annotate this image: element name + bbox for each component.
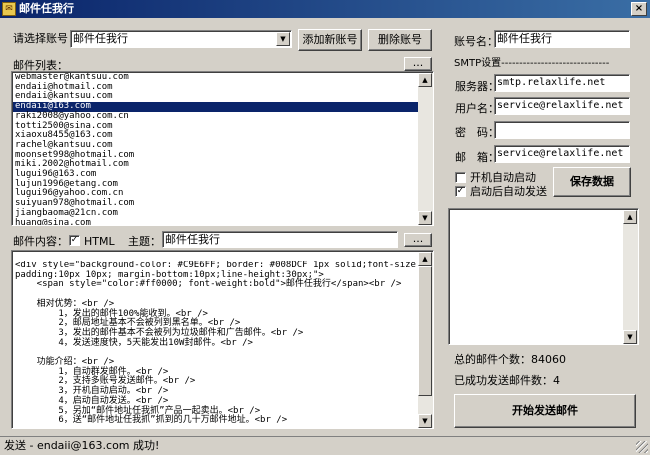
status-text: 发送 - endaii@163.com 成功! bbox=[4, 439, 160, 452]
resize-grip-icon[interactable] bbox=[636, 441, 648, 453]
scroll-up-icon[interactable]: ▲ bbox=[418, 252, 432, 266]
start-sending-button[interactable]: 开始发送邮件 bbox=[454, 394, 636, 428]
autosend-checkbox[interactable]: ✓ bbox=[455, 186, 466, 197]
delete-account-button[interactable]: 删除账号 bbox=[368, 29, 432, 51]
subject-more-button[interactable]: ... bbox=[404, 233, 432, 247]
password-label: 密 码： bbox=[455, 126, 499, 139]
content-line: 6，送“邮件地址任我抓”抓到的几十万邮件地址。<br /> bbox=[15, 415, 288, 426]
content-line: <span style="color:#ff0000; font-weight:… bbox=[15, 279, 402, 290]
subject-label: 主题： bbox=[128, 235, 161, 248]
content-scrollbar[interactable]: ▲ ▼ bbox=[418, 252, 433, 428]
username-value: service@relaxlife.net bbox=[497, 100, 624, 111]
scroll-up-icon[interactable]: ▲ bbox=[418, 73, 432, 87]
password-input[interactable] bbox=[494, 121, 630, 139]
account-name-value: 邮件任我行 bbox=[497, 32, 552, 45]
mail-list-items: webmaster@kantsuu.com endaii@hotmail.com e… bbox=[13, 73, 418, 225]
chevron-down-icon[interactable]: ▼ bbox=[276, 32, 290, 46]
autostart-label: 开机自动启动 bbox=[470, 171, 536, 184]
scroll-up-icon[interactable]: ▲ bbox=[623, 210, 637, 224]
save-data-button[interactable]: 保存数据 bbox=[553, 167, 631, 197]
html-checkbox[interactable]: ✓ bbox=[69, 235, 80, 246]
subject-input[interactable]: 邮件任我行 bbox=[162, 231, 398, 248]
server-value: smtp.relaxlife.net bbox=[497, 77, 606, 88]
content-body: <div style="background-color: #C9E6FF; b… bbox=[15, 261, 416, 427]
app-mail-icon: ✉ bbox=[2, 2, 16, 16]
account-name-input[interactable]: 邮件任我行 bbox=[494, 30, 630, 48]
title-bar: ✉ 邮件任我行 × bbox=[0, 0, 650, 18]
autosend-label: 启动后自动发送 bbox=[470, 185, 547, 198]
status-bar: 发送 - endaii@163.com 成功! bbox=[0, 436, 650, 455]
username-label: 用户名： bbox=[455, 102, 499, 115]
scroll-down-icon[interactable]: ▼ bbox=[623, 330, 637, 344]
list-item[interactable]: huang@sina.com bbox=[13, 218, 418, 225]
scroll-thumb[interactable] bbox=[418, 266, 432, 396]
account-select[interactable]: 邮件任我行 bbox=[70, 30, 292, 48]
server-input[interactable]: smtp.relaxlife.net bbox=[494, 74, 630, 92]
sent-mail-count: 已成功发送邮件数：4 bbox=[454, 374, 560, 387]
mail-list-scrollbar[interactable]: ▲ ▼ bbox=[418, 73, 433, 225]
account-name-label: 账号名： bbox=[454, 35, 498, 48]
mail-list[interactable]: webmaster@kantsuu.com endaii@hotmail.com e… bbox=[11, 71, 434, 226]
html-checkbox-label: HTML bbox=[84, 235, 115, 248]
autostart-checkbox[interactable] bbox=[455, 172, 466, 183]
mail-list-more-button[interactable]: ... bbox=[404, 57, 432, 71]
email-input[interactable]: service@relaxlife.net bbox=[494, 145, 630, 163]
smtp-header: SMTP设置------------------------------ bbox=[454, 58, 610, 69]
server-label: 服务器： bbox=[455, 80, 499, 93]
account-select-value: 邮件任我行 bbox=[73, 32, 128, 45]
total-mail-count: 总的邮件个数：84060 bbox=[454, 353, 566, 366]
content-label: 邮件内容： bbox=[13, 235, 68, 248]
subject-value: 邮件任我行 bbox=[165, 233, 220, 246]
content-line: 4，发送速度快，5天能发出10W封邮件。<br /> bbox=[15, 337, 253, 348]
content-editor[interactable]: <div style="background-color: #C9E6FF; b… bbox=[11, 250, 434, 429]
log-scrollbar[interactable]: ▲ ▼ bbox=[623, 210, 638, 344]
window-title: 邮件任我行 bbox=[19, 2, 74, 15]
scroll-down-icon[interactable]: ▼ bbox=[418, 211, 432, 225]
check-icon: ✓ bbox=[456, 186, 465, 196]
add-account-button[interactable]: 添加新账号 bbox=[298, 29, 362, 51]
check-icon: ✓ bbox=[70, 235, 79, 245]
email-value: service@relaxlife.net bbox=[497, 148, 624, 159]
email-label: 邮 箱： bbox=[455, 151, 499, 164]
username-input[interactable]: service@relaxlife.net bbox=[494, 97, 630, 115]
scroll-down-icon[interactable]: ▼ bbox=[418, 414, 432, 428]
log-area[interactable]: ▲ ▼ bbox=[448, 208, 639, 345]
close-button[interactable]: × bbox=[631, 2, 647, 16]
